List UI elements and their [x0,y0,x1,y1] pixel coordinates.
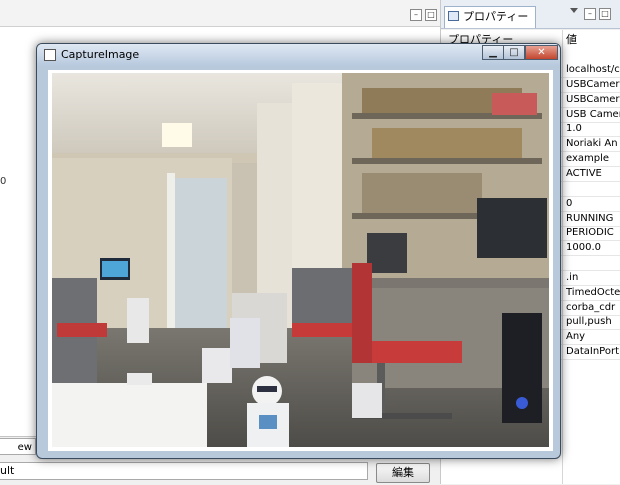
property-value-cell[interactable]: pull,push [566,314,620,329]
property-value-cell[interactable]: Noriaki An [566,136,620,151]
property-value-cell[interactable]: example [566,151,620,166]
property-value-cell[interactable]: 1000.0 [566,240,620,255]
camera-capture-image [52,73,549,447]
edit-button[interactable]: 編集 [376,463,430,483]
property-value-cell[interactable]: USBCamer [566,77,620,92]
window-app-icon [44,49,56,61]
property-value-cell[interactable]: USBCamer [566,92,620,107]
view-menu-icon[interactable] [570,8,578,13]
editor-toolbar: – □ [0,0,440,27]
minimize-view-icon[interactable]: – [410,9,422,21]
window-title: CaptureImage [61,48,140,61]
properties-icon [448,11,459,21]
property-value-cell[interactable]: localhost/c [566,62,620,77]
column-divider[interactable] [562,30,563,484]
property-value-cell[interactable]: ACTIVE [566,166,620,181]
editor-text-fragment: 0 [0,176,7,187]
minimize-view-icon[interactable]: – [584,8,596,20]
property-value-cell[interactable]: PERIODIC [566,225,620,240]
property-value-cell[interactable] [566,181,620,196]
property-value-cell[interactable]: corba_cdr [566,300,620,315]
maximize-view-icon[interactable]: □ [599,8,611,20]
column-header-value[interactable]: 値 [566,31,577,47]
window-maximize-button[interactable]: □ [503,45,525,60]
property-value-cell[interactable]: .in [566,270,620,285]
maximize-view-icon[interactable]: □ [425,9,437,21]
property-value-cell[interactable]: USB Camer [566,107,620,122]
property-value-cell[interactable] [566,255,620,270]
value-input-field[interactable]: ult [0,462,368,480]
property-value-cell[interactable]: RUNNING [566,211,620,226]
window-close-button[interactable]: ✕ [525,45,558,60]
bottom-view-tab[interactable]: ew [0,438,36,455]
property-value-cell[interactable]: 1.0 [566,121,620,136]
property-value-cell[interactable]: DataInPort [566,344,620,359]
window-minimize-button[interactable]: ▁ [482,45,504,60]
property-value-cell[interactable]: TimedOcte [566,285,620,300]
property-value-cell[interactable]: Any [566,329,620,344]
property-value-cell[interactable]: 0 [566,196,620,211]
